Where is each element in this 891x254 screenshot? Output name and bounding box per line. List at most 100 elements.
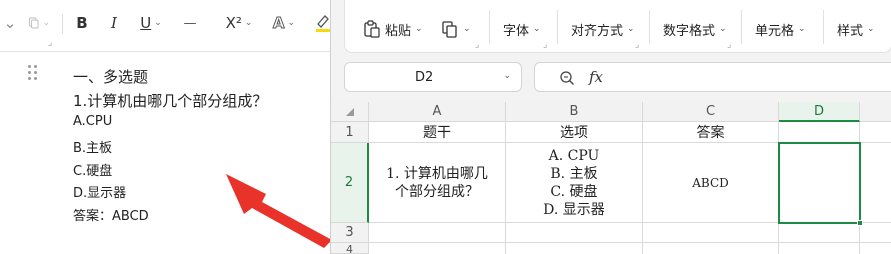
document-window: ⌄ ⌄ ⌟ B I U ⌄ — X² ⌄ A ⌄ 一、多选题 1.计算机由哪几个部分组 <box>0 0 340 254</box>
column-header-b[interactable]: B <box>506 102 643 122</box>
paste-label: 粘贴 <box>385 23 412 39</box>
cell-c1[interactable]: 答案 <box>643 122 779 143</box>
group-expand-icon[interactable]: ⌟ <box>727 40 731 50</box>
cell-a2-line: 个部分组成？ <box>395 183 479 200</box>
row-header-4[interactable]: 4 <box>331 243 369 254</box>
row-header-3[interactable]: 3 <box>331 223 369 243</box>
superscript-label: X² <box>225 14 242 32</box>
cell-b2[interactable]: A. CPU B. 主板 C. 硬盘 D. 显示器 <box>506 143 643 223</box>
chevron-down-icon: ⌄ <box>415 24 423 34</box>
text-effect-label: A <box>272 14 285 33</box>
cell-e2[interactable] <box>860 143 891 223</box>
group-expand-icon[interactable]: ⌟ <box>48 38 52 48</box>
answer-text: 答案：ABCD <box>73 209 149 224</box>
chevron-down-icon: ⌄ <box>154 18 162 28</box>
cell-b3[interactable] <box>506 223 643 243</box>
column-header-a[interactable]: A <box>369 102 506 122</box>
option-a: A.CPU <box>73 114 113 129</box>
copy-format-icon[interactable]: ⌄ <box>28 12 50 34</box>
cell-menu[interactable]: 单元格 ⌄ <box>755 19 806 39</box>
question-text: 1.计算机由哪几个部分组成？ <box>73 92 268 110</box>
spreadsheet-window: 粘贴 ⌄ ⌄ ⌟ 字体 ⌄ ⌟ 对齐方式 ⌄ ⌟ 数字格式 ⌄ ⌟ 单元格 ⌄ 样式 ⌄ <box>330 0 891 254</box>
chevron-down-icon: ⌄ <box>244 18 253 28</box>
active-cell-border[interactable] <box>778 142 861 224</box>
group-expand-icon[interactable]: ⌟ <box>543 40 547 50</box>
toolbar-overflow-icon[interactable]: ⌄ <box>2 12 18 34</box>
row-header-2[interactable]: 2 <box>331 143 369 223</box>
chevron-down-icon: ⌄ <box>627 24 635 34</box>
style-label: 样式 <box>837 23 864 39</box>
cell-a1[interactable]: 题干 <box>369 122 506 143</box>
format-painter-icon <box>442 21 457 38</box>
cell-label: 单元格 <box>755 23 795 39</box>
underline-button[interactable]: U ⌄ <box>136 12 166 34</box>
cell-a3[interactable] <box>369 223 506 243</box>
ribbon-divider <box>823 10 824 44</box>
chevron-down-icon: ⌄ <box>533 24 541 34</box>
cell-a4[interactable] <box>369 243 506 254</box>
cell-b4[interactable] <box>506 243 643 254</box>
spreadsheet-grid: A B C D 1 2 3 4 题干 选项 答案 1. 计算机由哪几 个部分组成… <box>331 102 891 254</box>
toolbar-gap <box>172 14 173 34</box>
toolbar-divider <box>62 14 63 34</box>
column-header-c[interactable]: C <box>643 102 779 122</box>
chevron-down-icon: ⌄ <box>719 24 727 34</box>
cell-d4[interactable] <box>779 243 860 254</box>
paste-button[interactable]: 粘贴 ⌄ <box>363 19 423 39</box>
align-menu[interactable]: 对齐方式 ⌄ <box>571 19 635 39</box>
style-menu[interactable]: 样式 ⌄ <box>837 19 875 39</box>
select-all-corner[interactable] <box>331 102 369 122</box>
cell-b2-line: B. 主板 <box>550 165 598 182</box>
name-box-value: D2 <box>415 70 434 85</box>
clipboard-icon <box>364 20 380 38</box>
cell-b1[interactable]: 选项 <box>506 122 643 143</box>
section-heading: 一、多选题 <box>73 68 149 86</box>
formula-input[interactable]: fx <box>534 62 891 92</box>
cell-d3[interactable] <box>779 223 860 243</box>
bold-button[interactable]: B <box>72 12 92 34</box>
fx-icon[interactable]: fx <box>589 68 603 86</box>
chevron-down-icon: ⌄ <box>867 24 875 34</box>
column-header-e[interactable] <box>860 102 891 122</box>
cell-e1[interactable] <box>860 122 891 143</box>
format-painter-button[interactable]: ⌄ <box>441 19 471 39</box>
strikethrough-icon[interactable]: — <box>180 12 200 34</box>
column-header-d[interactable]: D <box>779 102 860 122</box>
number-format-menu[interactable]: 数字格式 ⌄ <box>663 19 727 39</box>
option-c: C.硬盘 <box>73 164 113 179</box>
cell-b2-line: A. CPU <box>548 147 600 164</box>
font-menu[interactable]: 字体 ⌄ <box>503 19 541 39</box>
text-effect-button[interactable]: A ⌄ <box>268 12 300 34</box>
cell-e3[interactable] <box>860 223 891 243</box>
number-format-label: 数字格式 <box>663 23 716 39</box>
option-b: B.主板 <box>73 141 113 156</box>
chevron-down-icon: ⌄ <box>463 24 471 34</box>
arrow-annotation <box>226 174 332 248</box>
ribbon-divider <box>489 10 490 44</box>
option-d: D.显示器 <box>73 186 127 201</box>
group-expand-icon[interactable]: ⌟ <box>635 40 639 50</box>
row-header-1[interactable]: 1 <box>331 122 369 143</box>
ribbon: 粘贴 ⌄ ⌄ ⌟ 字体 ⌄ ⌟ 对齐方式 ⌄ ⌟ 数字格式 ⌄ ⌟ 单元格 ⌄ 样式 ⌄ <box>344 0 891 53</box>
name-box[interactable]: D2 ⌄ <box>344 62 522 92</box>
ribbon-divider <box>557 10 558 44</box>
superscript-button[interactable]: X² ⌄ <box>222 12 256 34</box>
ribbon-divider <box>741 10 742 44</box>
chevron-down-icon: ⌄ <box>287 18 296 28</box>
cell-a2[interactable]: 1. 计算机由哪几 个部分组成？ <box>369 143 506 223</box>
underline-label: U <box>140 14 152 32</box>
chevron-down-icon: ⌄ <box>798 24 806 34</box>
doc-toolbar: ⌄ ⌄ ⌟ B I U ⌄ — X² ⌄ A ⌄ <box>0 0 340 52</box>
cell-c2[interactable]: ABCD <box>643 143 779 223</box>
cell-c4[interactable] <box>643 243 779 254</box>
group-expand-icon[interactable]: ⌟ <box>475 40 479 50</box>
align-label: 对齐方式 <box>571 23 624 39</box>
drag-handle-icon[interactable] <box>28 65 38 83</box>
cell-c3[interactable] <box>643 223 779 243</box>
cell-d1[interactable] <box>779 122 860 143</box>
search-zoom-icon[interactable] <box>559 70 575 86</box>
fill-handle[interactable] <box>857 220 863 226</box>
italic-button[interactable]: I <box>104 12 124 34</box>
formula-bar: D2 ⌄ fx <box>344 60 891 94</box>
cell-b2-line: D. 显示器 <box>543 201 605 218</box>
